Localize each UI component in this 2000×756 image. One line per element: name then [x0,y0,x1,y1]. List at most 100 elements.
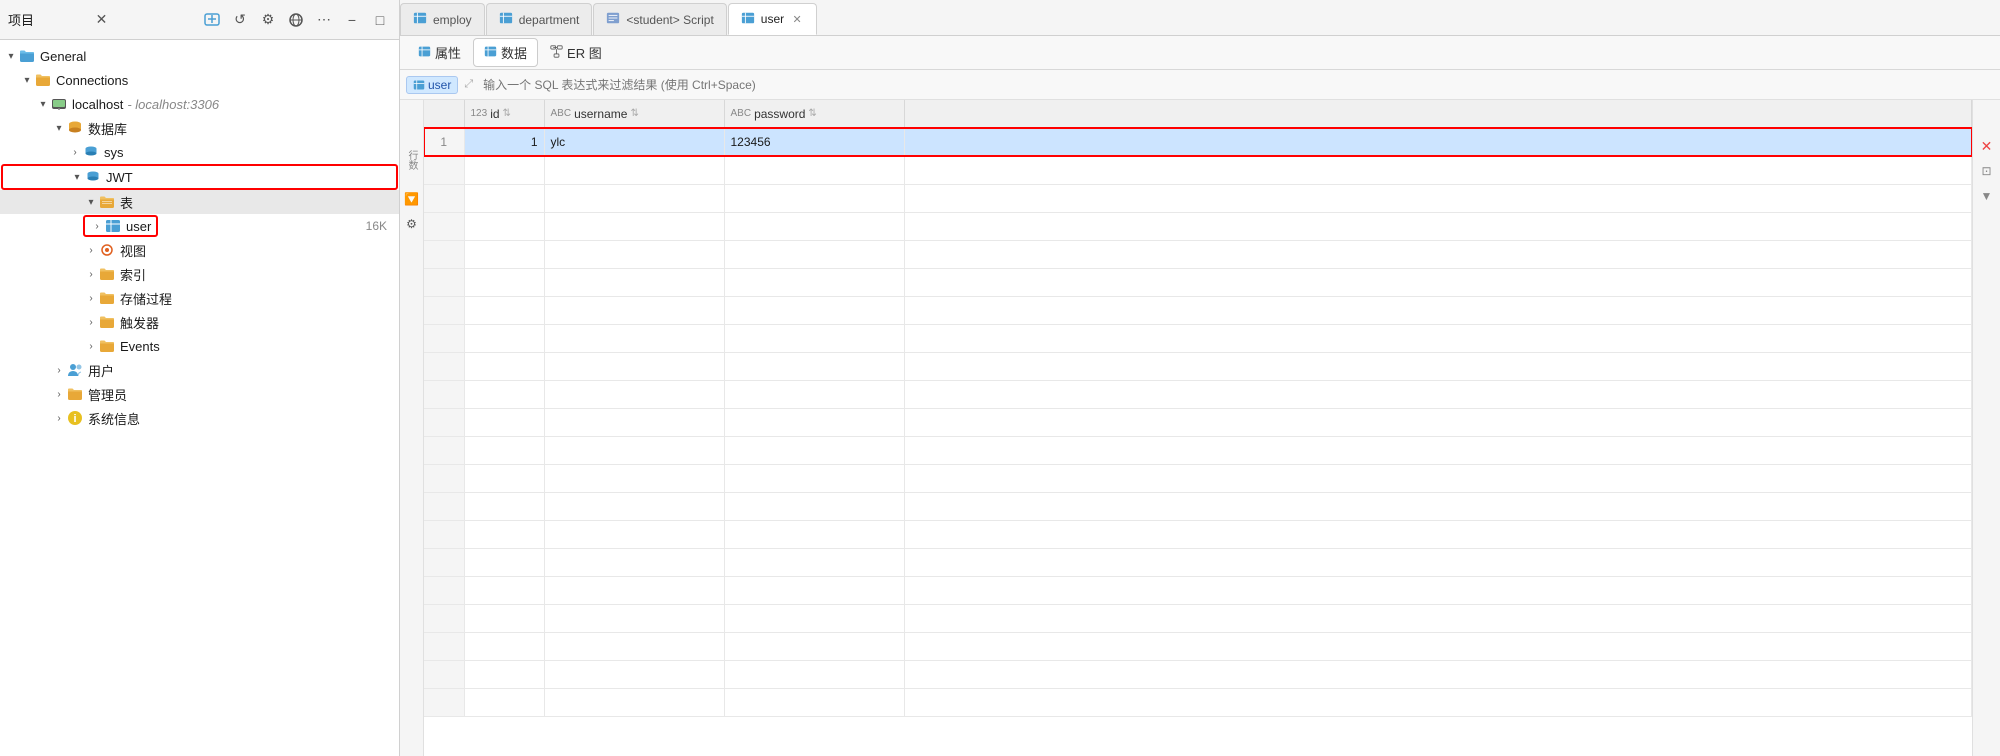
sub-tab-properties[interactable]: 属性 [408,39,471,66]
arrow-sys: › [68,147,82,158]
arrow-user: › [90,221,104,232]
label-sys: sys [104,145,124,160]
table-row [424,352,1972,380]
tree-item-procs[interactable]: › 存储过程 [0,286,399,310]
type-badge-id: 123 [471,108,488,119]
table-row [424,240,1972,268]
tree-item-sysinfo[interactable]: › i 系统信息 [0,406,399,430]
type-badge-username: ABC [551,108,572,119]
arrow-views: › [84,245,98,256]
filter-icon-username[interactable]: ⇅ [630,108,638,119]
tab-department[interactable]: department [486,3,593,35]
label-localhost: localhost [72,97,123,112]
close-project-icon[interactable]: ✕ [91,9,113,31]
cell-extra-1 [904,128,1972,156]
filter-icon-id[interactable]: ⇅ [503,108,511,119]
label-general: General [40,49,86,64]
cell-id-1[interactable]: 1 [464,128,544,156]
arrow-general: ▾ [4,51,18,62]
tree-item-jwt[interactable]: ▾ JWT [2,165,397,189]
sub-tab-properties-icon [418,45,431,61]
arrow-procs: › [84,293,98,304]
tab-employ[interactable]: employ [400,3,485,35]
table-row [424,268,1972,296]
minimize-icon[interactable]: − [341,9,363,31]
label-triggers: 触发器 [120,313,159,332]
arrow-tables: ▾ [84,197,98,208]
table-row [424,548,1972,576]
label-indexes: 索引 [120,265,146,284]
sub-tab-data[interactable]: 数据 [473,38,538,67]
tab-user-close[interactable]: ✕ [790,12,804,26]
table-row[interactable]: 1 1 ylc 123456 [424,128,1972,156]
arrow-jwt: ▾ [70,172,84,183]
col-header-password[interactable]: ABC password ⇅ [724,100,904,128]
more-icon[interactable]: ⋯ [313,9,335,31]
label-tables: 表 [120,193,133,212]
tree-item-tables[interactable]: ▾ 表 [0,190,399,214]
table-row [424,156,1972,184]
tab-user[interactable]: user ✕ [728,3,817,35]
tree-item-events[interactable]: › Events [0,334,399,358]
arrow-triggers: › [84,317,98,328]
network-icon[interactable] [285,9,307,31]
user-table-icon [104,217,122,235]
add-row-btn[interactable]: ✕ [1976,135,1998,157]
row-num-toggle[interactable]: 行数 [402,135,422,185]
arrow-users: › [52,365,66,376]
filter-icon-password[interactable]: ⇅ [808,108,816,119]
table-row [424,604,1972,632]
user-table-size: 16K [366,219,395,233]
cell-password-1[interactable]: 123456 [724,128,904,156]
sql-filter-input[interactable] [479,78,1994,92]
tree-container: ▾ General ▾ Connections ▾ localhost - lo… [0,40,399,756]
events-icon [98,337,116,355]
new-connection-icon[interactable] [201,9,223,31]
filter-side-btn[interactable]: ▼ [1976,185,1998,207]
tree-item-sys[interactable]: › sys [0,140,399,164]
col-header-username[interactable]: ABC username ⇅ [544,100,724,128]
col-header-id[interactable]: 123 id ⇅ [464,100,544,128]
label-users: 用户 [88,361,114,380]
tab-student-script[interactable]: <student> Script [593,3,726,35]
arrow-sysinfo: › [52,413,66,424]
settings-data-btn[interactable]: ⚙ [401,213,423,235]
tree-item-general[interactable]: ▾ General [0,44,399,68]
side-actions-left: 行数 🔽 ⚙ [400,100,424,756]
tree-item-users[interactable]: › 用户 [0,358,399,382]
settings-icon[interactable]: ⚙ [257,9,279,31]
tree-item-connections[interactable]: ▾ Connections [0,68,399,92]
tab-user-icon [741,11,755,28]
copy-row-btn[interactable]: ⊡ [1976,160,1998,182]
data-toolbar-tag: user [406,76,458,94]
expand-icon: ⤢ [464,78,473,91]
data-toolbar: user ⤢ [400,70,2000,100]
tree-item-localhost[interactable]: ▾ localhost - localhost:3306 [0,92,399,116]
tree-item-views[interactable]: › 视图 [0,238,399,262]
table-area: 行数 🔽 ⚙ 123 id ⇅ [400,100,2000,756]
tree-item-admins[interactable]: › 管理员 [0,382,399,406]
arrow-databases: ▾ [52,123,66,134]
label-jwt: JWT [106,170,133,185]
sub-tab-er[interactable]: ER 图 [540,39,612,66]
data-table: 123 id ⇅ ABC username ⇅ [424,100,1972,717]
label-views: 视图 [120,241,146,260]
tree-item-databases[interactable]: ▾ 数据库 [0,116,399,140]
label-user-table: user [126,219,151,234]
cell-username-1[interactable]: ylc [544,128,724,156]
row-num-1: 1 [424,128,464,156]
arrow-connections: ▾ [20,75,34,86]
tab-student-script-icon [606,11,620,28]
jwt-db-icon [84,168,102,186]
tab-employ-label: employ [433,13,472,27]
filter-btn[interactable]: 🔽 [401,188,423,210]
tree-item-user[interactable]: › user 16K [0,214,399,238]
maximize-icon[interactable]: □ [369,9,391,31]
refresh-icon[interactable]: ↺ [229,9,251,31]
right-panel: employ department <student> Script user … [400,0,2000,756]
tree-item-triggers[interactable]: › 触发器 [0,310,399,334]
tab-department-label: department [519,13,580,27]
folder-icon-general [18,47,36,65]
table-folder-icon [98,193,116,211]
tree-item-indexes[interactable]: › 索引 [0,262,399,286]
